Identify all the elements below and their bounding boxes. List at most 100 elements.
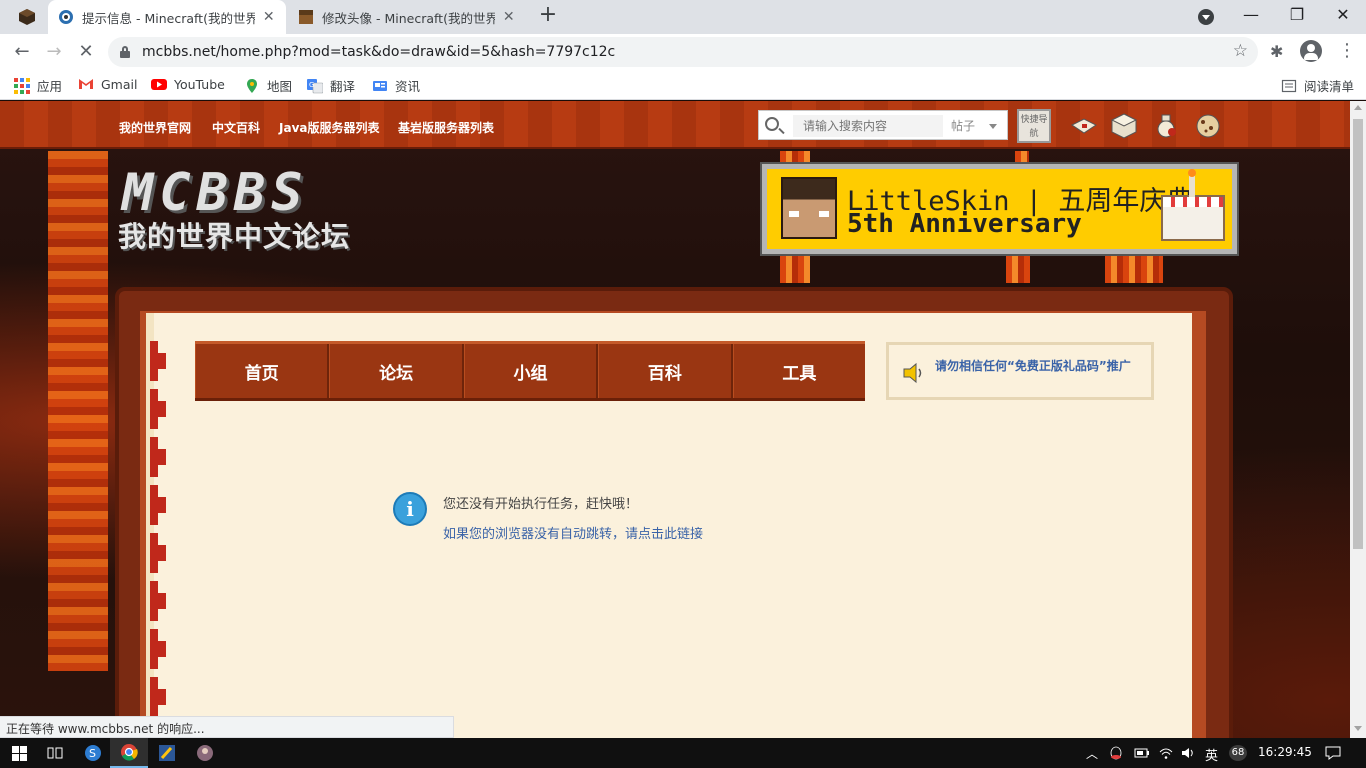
browser-toolbar: ← → ✕ mcbbs.net/home.php?mod=task&do=dra…	[0, 34, 1366, 70]
maps-icon	[247, 78, 257, 93]
lock-icon[interactable]	[120, 46, 130, 58]
taskbar-app-avatar[interactable]	[186, 738, 224, 768]
nav-groups[interactable]: 小组	[463, 344, 599, 398]
tray-expand-icon[interactable]: ︿	[1086, 745, 1098, 762]
bookmark-translate[interactable]: G 翻译	[307, 76, 355, 95]
scroll-down-icon[interactable]	[1354, 726, 1362, 731]
logo-subtitle: 我的世界中文论坛	[118, 220, 351, 253]
qq-tray-icon[interactable]	[1108, 745, 1124, 761]
site-header-bar: 我的世界官网 中文百科 Java版服务器列表 基岩版服务器列表 帖子 快捷导航	[0, 101, 1350, 149]
bookmark-maps[interactable]: 地图	[244, 76, 292, 95]
redirect-link[interactable]: 如果您的浏览器没有自动跳转，请点击此链接	[443, 523, 703, 542]
bookmark-label: 翻译	[330, 79, 356, 94]
littleskin-banner[interactable]: LittleSkin | 五周年庆典 5th Anniversary	[760, 162, 1239, 256]
tab-search-icon[interactable]	[1198, 9, 1214, 25]
bookmark-news[interactable]: 资讯	[372, 76, 420, 95]
youtube-icon	[151, 79, 167, 90]
bookmark-label: 地图	[267, 79, 293, 94]
new-tab-button[interactable]: +	[536, 4, 560, 28]
tab-close-icon[interactable]: ✕	[501, 9, 516, 25]
steve-head-icon	[781, 177, 837, 239]
windows-logo-icon	[11, 745, 27, 761]
taskbar-chrome[interactable]	[110, 738, 148, 768]
potion-icon[interactable]	[1152, 113, 1180, 139]
notification-badge[interactable]: 68	[1229, 745, 1247, 761]
nav-home[interactable]: 首页	[195, 344, 330, 398]
svg-text:S: S	[89, 747, 96, 760]
crafting-block-icon[interactable]	[1110, 113, 1138, 139]
tab-avatar[interactable]: 修改头像 - Minecraft(我的世界)中 ✕	[288, 0, 526, 34]
tab-tips[interactable]: 提示信息 - Minecraft(我的世界)中 ✕	[48, 0, 286, 34]
tab-close-icon[interactable]: ✕	[261, 9, 276, 25]
reading-list[interactable]: 阅读清单	[1281, 76, 1354, 95]
site-logo[interactable]: MCBBS 我的世界中文论坛	[118, 163, 378, 253]
extensions-icon[interactable]: ✱	[1270, 42, 1283, 61]
page-scrollbar[interactable]	[1350, 101, 1366, 738]
minecraft-block-favicon-icon	[299, 10, 313, 24]
clock[interactable]: 16:29:45	[1258, 745, 1312, 759]
lava-decoration	[780, 151, 810, 163]
bookmark-label: YouTube	[174, 76, 225, 92]
action-center-icon[interactable]	[1324, 745, 1342, 761]
nav-wiki[interactable]: 百科	[598, 344, 733, 398]
search-icon[interactable]	[765, 117, 779, 131]
volume-icon[interactable]	[1180, 745, 1196, 761]
profile-avatar[interactable]	[1300, 40, 1322, 62]
bookmark-label: 应用	[37, 79, 63, 94]
close-window-button[interactable]: ✕	[1320, 0, 1366, 32]
browser-menu-icon[interactable]: ⋮	[1338, 40, 1356, 61]
topnav-java-servers[interactable]: Java版服务器列表	[279, 119, 379, 136]
search-input[interactable]	[793, 115, 943, 137]
topnav-bedrock-servers[interactable]: 基岩版服务器列表	[398, 119, 494, 136]
topnav-official-site[interactable]: 我的世界官网	[119, 119, 191, 136]
bookmark-star-icon[interactable]: ☆	[1233, 41, 1248, 61]
reading-list-label: 阅读清单	[1304, 79, 1355, 94]
news-icon	[373, 80, 387, 91]
bookmark-gmail[interactable]: Gmail	[78, 76, 137, 92]
minecraft-app-icon[interactable]	[18, 8, 36, 26]
topnav-wiki[interactable]: 中文百科	[212, 119, 260, 136]
announcement-link[interactable]: 请勿相信任何“免费正版礼品码”推广	[935, 357, 1131, 374]
svg-text:G: G	[309, 81, 314, 89]
flame-icon	[1188, 169, 1196, 177]
forward-button[interactable]: →	[42, 40, 66, 64]
windows-taskbar: S ︿ 英 68 16:29:45	[0, 738, 1366, 768]
chevron-down-icon[interactable]	[989, 124, 997, 129]
stop-loading-button[interactable]: ✕	[74, 40, 98, 64]
maximize-button[interactable]: ❐	[1274, 0, 1320, 32]
lava-column-decoration	[48, 151, 108, 671]
bookmark-apps[interactable]: 应用	[14, 76, 62, 95]
tab-strip: 提示信息 - Minecraft(我的世界)中 ✕ 修改头像 - Minecra…	[0, 0, 1366, 34]
message-letter-icon[interactable]	[1070, 113, 1098, 139]
banner-subtitle: 5th Anniversary	[847, 209, 1082, 239]
ime-indicator[interactable]: 英	[1205, 745, 1218, 764]
nav-forum[interactable]: 论坛	[329, 344, 464, 398]
battery-icon[interactable]	[1134, 746, 1150, 760]
address-bar[interactable]: mcbbs.net/home.php?mod=task&do=draw&id=5…	[108, 37, 1258, 67]
scroll-up-icon[interactable]	[1354, 105, 1362, 110]
taskbar-editor[interactable]	[148, 738, 186, 768]
minimize-button[interactable]: —	[1228, 0, 1274, 32]
bookmark-label: 资讯	[395, 79, 421, 94]
apps-grid-icon	[14, 77, 30, 94]
wifi-icon[interactable]	[1158, 745, 1174, 761]
scrollbar-thumb[interactable]	[1353, 119, 1363, 549]
lava-decoration	[1105, 253, 1163, 283]
taskbar-app-s[interactable]: S	[74, 738, 112, 768]
chrome-icon	[121, 744, 138, 761]
cookie-icon[interactable]	[1194, 113, 1222, 139]
quick-nav-button[interactable]: 快捷导航	[1017, 109, 1051, 143]
start-button[interactable]	[0, 738, 38, 768]
app-avatar-icon	[197, 745, 213, 761]
nav-tools[interactable]: 工具	[732, 344, 865, 398]
gmail-icon	[79, 79, 93, 89]
translate-icon: G	[307, 78, 323, 93]
bookmark-youtube[interactable]: YouTube	[151, 76, 225, 92]
back-button[interactable]: ←	[10, 40, 34, 64]
task-view-button[interactable]	[36, 738, 74, 768]
search-type-select[interactable]: 帖子	[951, 117, 975, 134]
task-view-icon	[47, 747, 63, 759]
editor-app-icon	[159, 745, 175, 761]
logo-text: MCBBS	[122, 163, 309, 223]
url-text[interactable]: mcbbs.net/home.php?mod=task&do=draw&id=5…	[142, 44, 615, 60]
